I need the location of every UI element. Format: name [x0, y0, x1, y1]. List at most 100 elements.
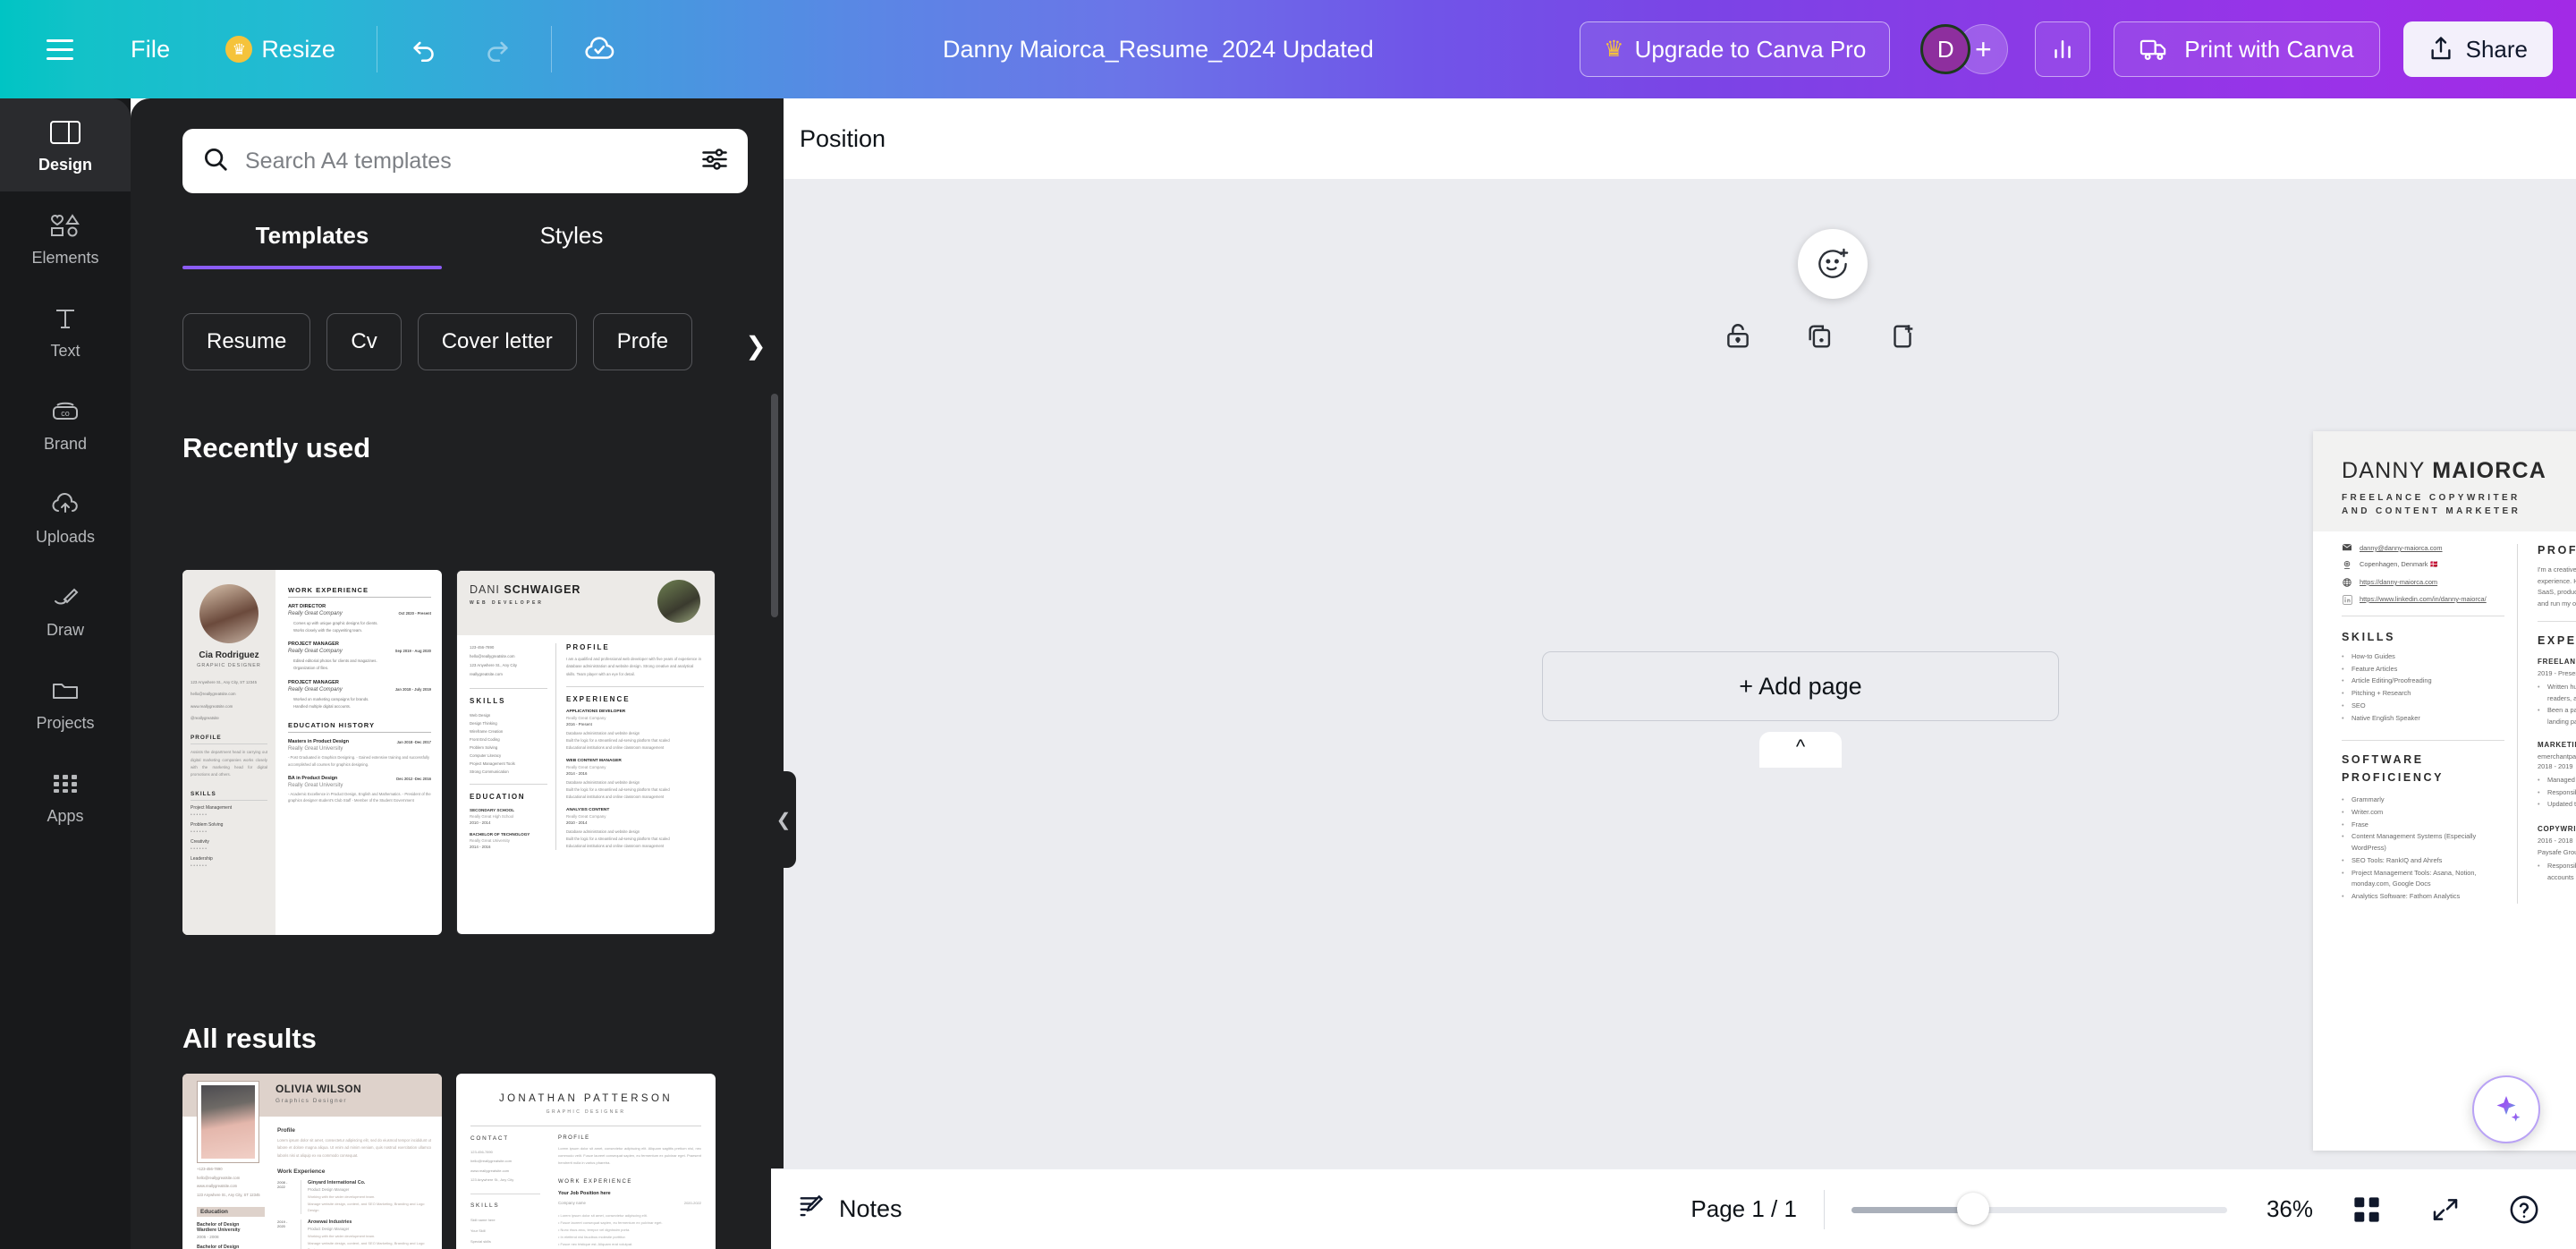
duplicate-page-icon[interactable]: [1801, 318, 1839, 355]
thumb-skill: Strong Communication: [470, 769, 509, 774]
thumb-company: Company name: [558, 1201, 586, 1205]
collapse-panel-button[interactable]: ❮: [771, 771, 796, 868]
resume-page[interactable]: DANNY MAIORCA FREELANCE COPYWRITER AND C…: [2313, 431, 2576, 1151]
thumb-bullet: Manage website design, content, and SEO …: [308, 1240, 425, 1249]
top-right-actions: ♛ Upgrade to Canva Pro D + Print with Ca…: [1580, 21, 2576, 77]
thumb-dates: 2010 - 2014: [470, 820, 491, 825]
design-title[interactable]: Danny Maiorca_Resume_2024 Updated: [943, 36, 1374, 64]
thumb-contact: hello@reallygreatsite.com: [470, 654, 515, 659]
thumb-bullet: Manage website design, content, and SEO …: [308, 1201, 425, 1213]
sidebar-item-apps[interactable]: Apps: [0, 750, 131, 843]
thumb-dates: Oct 2020 - Present: [398, 611, 431, 616]
page-indicator[interactable]: Page 1 / 1: [1690, 1195, 1797, 1223]
thumb-profile: Assists the department head in carrying …: [191, 750, 267, 777]
sliders-icon[interactable]: [701, 146, 728, 177]
thumb-heading: SKILLS: [470, 1202, 500, 1209]
resize-button[interactable]: ♛ Resize: [215, 27, 346, 72]
thumb-bullet: Worked on marketing campaigns for brands…: [293, 696, 369, 701]
contact-linkedin[interactable]: https://www.linkedin.com/in/danny-maiorc…: [2360, 595, 2487, 603]
insights-button[interactable]: [2035, 21, 2091, 77]
design-canvas[interactable]: DANNY MAIORCA FREELANCE COPYWRITER AND C…: [771, 179, 2576, 1168]
thumb-degree: BA in Product Design: [288, 775, 338, 781]
sidebar-label: Uploads: [35, 528, 96, 546]
sidebar-item-projects[interactable]: Projects: [0, 657, 131, 750]
file-menu-button[interactable]: File: [120, 27, 181, 72]
resume-role: FREELANCE COPYWRITER AND CONTENT MARKETE…: [2342, 491, 2576, 518]
chip-cv[interactable]: Cv: [326, 313, 402, 370]
zoom-level[interactable]: 36%: [2267, 1195, 2313, 1223]
add-page-button[interactable]: + Add page: [1542, 651, 2059, 721]
thumb-job-title: WEB CONTENT MANAGER: [566, 759, 622, 764]
chips-next-icon[interactable]: ❯: [741, 327, 771, 363]
elements-icon: [49, 208, 81, 242]
thumb-skill: Front End Coding: [470, 736, 500, 742]
thumb-role: GRAPHIC DESIGNER: [197, 663, 261, 668]
template-thumbnail[interactable]: OLIVIA WILSON Graphics Designer +123-456…: [182, 1074, 442, 1249]
print-with-canva-button[interactable]: Print with Canva: [2114, 21, 2380, 77]
sidebar-item-uploads[interactable]: Uploads: [0, 471, 131, 564]
sidebar-item-text[interactable]: Text: [0, 285, 131, 378]
avatar[interactable]: D: [1920, 24, 1971, 74]
tab-templates[interactable]: Templates: [182, 222, 442, 269]
thumb-dates: 2016 - Present: [566, 722, 592, 727]
job-title: MARKETING SPECIALIST: [2538, 740, 2576, 749]
upgrade-to-pro-button[interactable]: ♛ Upgrade to Canva Pro: [1580, 21, 1891, 77]
thumb-degree: Bachelor of Design: [197, 1244, 240, 1249]
all-results-title: All results: [182, 1023, 317, 1054]
divider: [2342, 740, 2504, 742]
slider-knob[interactable]: [1956, 1192, 1989, 1225]
thumb-job-title: Your Job Position here: [558, 1191, 611, 1196]
main-menu-icon[interactable]: [39, 29, 80, 70]
thumb-heading: WORK EXPERIENCE: [288, 586, 369, 594]
sidebar-label: Apps: [47, 807, 84, 825]
redo-button[interactable]: [472, 25, 521, 73]
thumb-heading: Work Experience: [277, 1168, 326, 1176]
thumb-skill: Special skills: [470, 1238, 491, 1244]
chip-resume[interactable]: Resume: [182, 313, 311, 370]
magic-sparkle-button[interactable]: [2472, 1075, 2540, 1143]
help-icon[interactable]: [2499, 1185, 2549, 1235]
thumb-dates: 2005 - 2008: [197, 1234, 219, 1239]
job-bullet: Managed content output and social media …: [2538, 775, 2576, 786]
contact-website[interactable]: https://danny-maiorca.com: [2360, 578, 2437, 586]
notes-button[interactable]: Notes: [798, 1193, 902, 1226]
thumb-skill: Web Design: [470, 712, 491, 718]
sidebar-item-brand[interactable]: co Brand: [0, 378, 131, 471]
chip-cover-letter[interactable]: Cover letter: [417, 313, 577, 370]
thumb-contact: hello@reallygreatsite.com: [197, 1175, 241, 1180]
thumb-heading: Profile: [277, 1127, 295, 1134]
add-page-icon[interactable]: [1884, 318, 1921, 355]
share-button[interactable]: Share: [2402, 21, 2553, 77]
chip-professional[interactable]: Profe: [592, 313, 693, 370]
position-button[interactable]: Position: [800, 125, 886, 153]
smiley-add-icon[interactable]: [1798, 229, 1868, 299]
sidebar-item-design[interactable]: Design: [0, 98, 131, 191]
thumb-bullet: Comes up with unique graphic designs for…: [293, 621, 378, 625]
zoom-slider[interactable]: [1851, 1192, 2227, 1225]
template-thumbnail[interactable]: JONATHAN PATTERSON GRAPHIC DESIGNER CONT…: [456, 1074, 716, 1249]
thumb-contact: 123 Anywhere St., Any City: [470, 663, 517, 668]
thumb-job-title: ANALYSIS CONTENT: [566, 808, 610, 813]
template-thumbnail[interactable]: DANI SCHWAIGER WEB DEVELOPER 123-456-789…: [456, 570, 716, 935]
skills-heading: SKILLS: [2342, 631, 2396, 643]
contact-email[interactable]: danny@danny-maiorca.com: [2360, 544, 2443, 552]
fullscreen-icon[interactable]: [2420, 1185, 2470, 1235]
thumb-dates: Dec 2012 -Dec 2016: [396, 776, 431, 781]
template-thumbnail[interactable]: Cia Rodriguez GRAPHIC DESIGNER 123 Anywh…: [182, 570, 442, 935]
sidebar-item-elements[interactable]: Elements: [0, 191, 131, 285]
left-rail: Design Elements Text co Brand Uploads Dr…: [0, 98, 131, 1249]
panel-scrollbar[interactable]: [771, 394, 778, 617]
search-input[interactable]: Search A4 templates: [182, 129, 748, 193]
sidebar-item-draw[interactable]: Draw: [0, 564, 131, 657]
thumb-skill: Project Management: [191, 805, 233, 811]
divider: [2538, 620, 2576, 622]
tab-styles[interactable]: Styles: [442, 222, 701, 269]
undo-button[interactable]: [401, 25, 449, 73]
cloud-saved-icon[interactable]: [575, 25, 623, 73]
grid-view-icon[interactable]: [2342, 1185, 2392, 1235]
thumb-bullet: Handled multiple digital accounts.: [293, 703, 352, 709]
lock-icon[interactable]: [1719, 318, 1757, 355]
thumb-name: Cia Rodriguez: [199, 650, 259, 660]
chevron-up-icon[interactable]: ^: [1759, 732, 1842, 768]
sidebar-label: Draw: [46, 621, 84, 639]
